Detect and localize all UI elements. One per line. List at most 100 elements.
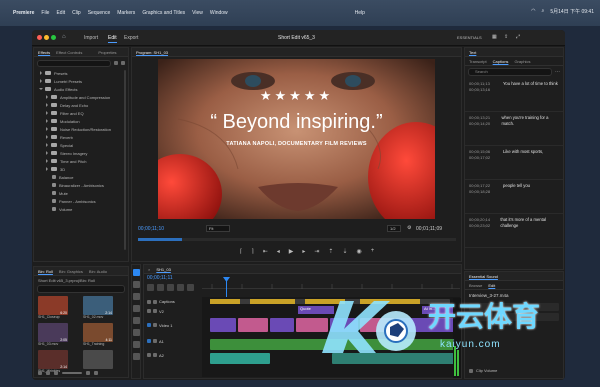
mute-icon[interactable]	[153, 353, 157, 357]
ripple-edit-tool-icon[interactable]	[132, 293, 140, 300]
menu-sequence[interactable]: Sequence	[88, 10, 111, 16]
caption-text[interactable]: when you're training for a match.	[502, 115, 559, 142]
track-header-v2[interactable]: V2	[147, 306, 201, 316]
effects-tree-item[interactable]: 3D	[34, 165, 128, 173]
video-clip[interactable]	[210, 318, 236, 332]
chevron-right-icon[interactable]	[46, 127, 48, 131]
caption-item[interactable]: 00;00;11;13 00;00;13;16 You have a lot of…	[465, 78, 563, 112]
effects-tree-item[interactable]: Modulation	[34, 117, 128, 125]
eye-icon[interactable]	[153, 323, 157, 327]
play-icon[interactable]: ▶	[289, 248, 294, 255]
trash-icon[interactable]	[94, 371, 98, 375]
chevron-right-icon[interactable]	[46, 159, 48, 163]
target-track-icon[interactable]	[147, 323, 151, 327]
effects-tree-item[interactable]: Special	[34, 141, 128, 149]
clip-thumbnail[interactable]: 2:14	[38, 350, 68, 369]
video-clip[interactable]	[238, 318, 268, 332]
text-panel-title[interactable]: Text	[469, 50, 476, 55]
workspace-label[interactable]: ESSENTIALS	[457, 35, 482, 40]
fullscreen-icon[interactable]: ⤢	[516, 34, 520, 40]
menu-premiere[interactable]: Premiere	[13, 10, 34, 16]
lift-icon[interactable]: ⇡	[328, 248, 333, 255]
bin-clip[interactable]: 2:05 SH1_03.mov	[38, 323, 79, 347]
track-select-tool-icon[interactable]	[132, 281, 140, 288]
bin-clip[interactable]: 6:20 SH1_Closeup	[38, 296, 79, 320]
menu-clip[interactable]: Clip	[72, 10, 81, 16]
close-sequence-icon[interactable]: ×	[148, 267, 150, 272]
layout-icon[interactable]: ▦	[492, 34, 497, 40]
effects-tree-item[interactable]: Lumetri Presets	[34, 77, 128, 85]
menu-help[interactable]: Help	[355, 10, 365, 16]
razor-tool-icon[interactable]	[132, 305, 140, 312]
zoom-slider[interactable]	[62, 372, 82, 374]
tab-effect-controls[interactable]: Effect Controls	[56, 50, 82, 55]
eye-icon[interactable]	[153, 309, 157, 313]
effects-tree-item[interactable]: Presets	[34, 69, 128, 77]
caption-item[interactable]: 00;00;15;06 00;00;17;02 Like with most sp…	[465, 146, 563, 180]
tab-edit[interactable]: Edit	[108, 35, 117, 43]
effects-tree-item[interactable]: Mute	[34, 189, 128, 197]
program-title[interactable]: Program: SH1_03	[136, 50, 168, 55]
caption-text[interactable]: that it's more of a mental challenge	[500, 217, 559, 244]
tab-captions[interactable]: Captions	[493, 59, 509, 64]
caption-text[interactable]: Like with most sports,	[503, 149, 543, 176]
effects-tree-item[interactable]: Stereo Imagery	[34, 149, 128, 157]
effects-tree-item[interactable]: Filter and EQ	[34, 109, 128, 117]
snap-icon[interactable]	[147, 284, 154, 291]
captions-search-input[interactable]: Search	[468, 68, 552, 76]
minimize-window-button[interactable]	[44, 35, 49, 40]
clip-thumbnail[interactable]	[83, 350, 113, 369]
tab-export[interactable]: Export	[124, 35, 138, 41]
target-track-icon[interactable]	[147, 339, 151, 343]
eye-icon[interactable]	[153, 299, 157, 304]
mark-out-icon[interactable]: ⌉	[251, 248, 253, 255]
tab-bin-graphics[interactable]: Bin: Graphics	[59, 269, 83, 274]
effects-scrollbar[interactable]	[124, 70, 126, 250]
tab-import[interactable]: Import	[84, 35, 98, 41]
chevron-right-icon[interactable]	[46, 167, 48, 171]
clip-thumbnail[interactable]: 2:05	[38, 323, 68, 342]
share-icon[interactable]: ⇪	[504, 34, 508, 40]
menu-edit[interactable]: Edit	[56, 10, 65, 16]
lock-icon[interactable]	[147, 299, 151, 304]
video-clip[interactable]	[270, 318, 294, 332]
go-to-out-icon[interactable]: ⇥	[314, 248, 319, 255]
effects-tree-item[interactable]: Reverb	[34, 133, 128, 141]
clock[interactable]: 5月14日 下午 09:41	[550, 8, 594, 15]
mark-in-icon[interactable]: ⌈	[240, 248, 242, 255]
checkbox-icon[interactable]	[469, 368, 473, 373]
effects-tree-item[interactable]: Panner - Ambisonics	[34, 197, 128, 205]
add-marker-icon[interactable]	[167, 284, 174, 291]
chevron-right-icon[interactable]	[40, 71, 42, 75]
tab-transcript[interactable]: Transcript	[469, 59, 487, 64]
effects-tree-item[interactable]: Volume	[34, 205, 128, 213]
zoom-window-button[interactable]	[51, 35, 56, 40]
clip-thumbnail[interactable]: 4:11	[83, 323, 113, 342]
chevron-right-icon[interactable]	[40, 79, 42, 83]
lock-icon[interactable]	[147, 353, 151, 357]
tab-graphics[interactable]: Graphics	[514, 59, 530, 64]
track-header-captions[interactable]: Captions	[147, 297, 201, 306]
effects-tree-item[interactable]: Delay and Echo	[34, 101, 128, 109]
clip-thumbnail[interactable]: 2:14	[83, 296, 113, 315]
timeline-timecode[interactable]: 00;00;11;11	[147, 275, 173, 281]
tab-bin-audio[interactable]: Bin: Audio	[89, 269, 107, 274]
pen-tool-icon[interactable]	[132, 329, 140, 336]
menu-view[interactable]: View	[192, 10, 203, 16]
tab-bin-roll[interactable]: Bin: Roll	[38, 269, 53, 274]
track-header-a1[interactable]: A1	[147, 334, 201, 348]
bin-search-input[interactable]	[37, 285, 125, 293]
track-header-a2[interactable]: A2	[147, 348, 201, 362]
effects-tree-item[interactable]: Binauralizer - Ambisonics	[34, 181, 128, 189]
linked-selection-icon[interactable]	[157, 284, 164, 291]
menu-window[interactable]: Window	[210, 10, 228, 16]
pencil-icon[interactable]	[38, 371, 42, 375]
effects-tree-item[interactable]: Balance	[34, 173, 128, 181]
chevron-right-icon[interactable]	[46, 103, 48, 107]
bin-clip[interactable]: 4:11 SH1_Training	[83, 323, 124, 347]
quality-dropdown[interactable]: 1/2	[387, 225, 401, 232]
program-timecode[interactable]: 00;00;11;10	[138, 226, 164, 232]
extract-icon[interactable]: ⇣	[342, 248, 347, 255]
audio-clip-a2[interactable]	[210, 353, 270, 364]
selection-tool-icon[interactable]	[132, 269, 140, 276]
